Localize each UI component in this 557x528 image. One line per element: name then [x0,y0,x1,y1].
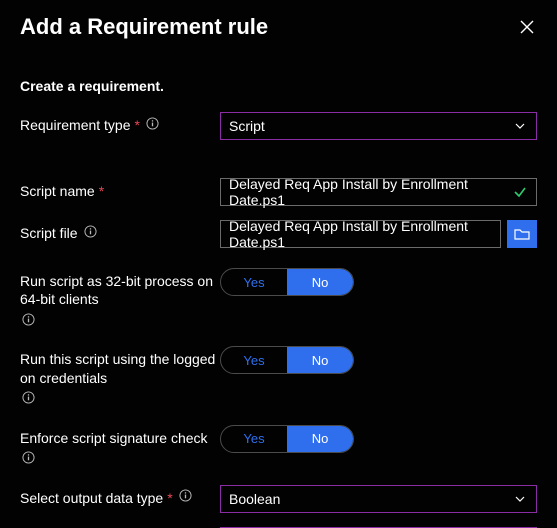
select-value: Script [229,118,265,134]
browse-button[interactable] [507,220,537,248]
header: Add a Requirement rule [20,14,537,40]
enforce-signature-toggle[interactable]: Yes No [220,425,354,453]
output-data-type-select[interactable]: Boolean [220,485,537,513]
close-button[interactable] [517,17,537,37]
toggle-yes[interactable]: Yes [221,426,287,452]
row-script-name: Script name * Delayed Req App Install by… [20,178,537,206]
required-mark: * [167,489,172,507]
input-value: Delayed Req App Install by Enrollment Da… [229,176,507,208]
info-icon[interactable] [179,489,193,503]
row-output-data-type: Select output data type * Boolean [20,485,537,513]
chevron-down-icon [514,492,528,506]
required-mark: * [99,182,104,200]
run-logged-on-toggle[interactable]: Yes No [220,346,354,374]
row-requirement-type: Requirement type * Script [20,112,537,140]
script-name-input[interactable]: Delayed Req App Install by Enrollment Da… [220,178,537,206]
label-text: Select output data type [20,489,163,507]
label-text: Script name [20,182,95,200]
info-icon[interactable] [22,451,36,465]
select-value: Boolean [229,491,280,507]
label-run-32bit: Run script as 32-bit process on 64-bit c… [20,268,220,326]
label-requirement-type: Requirement type * [20,112,220,134]
row-run-logged-on: Run this script using the logged on cred… [20,346,537,404]
label-text: Enforce script signature check [20,429,208,447]
toggle-no[interactable]: No [287,347,353,373]
info-icon[interactable] [22,391,36,405]
checkmark-icon [513,184,528,200]
label-script-name: Script name * [20,178,220,200]
toggle-yes[interactable]: Yes [221,347,287,373]
page-title: Add a Requirement rule [20,14,268,40]
label-run-logged-on: Run this script using the logged on cred… [20,346,220,404]
close-icon [520,20,534,34]
requirement-rule-pane: Add a Requirement rule Create a requirem… [0,0,557,528]
script-file-input[interactable]: Delayed Req App Install by Enrollment Da… [220,220,501,248]
label-text: Run script as 32-bit process on 64-bit c… [20,272,220,308]
label-text: Script file [20,224,78,242]
toggle-no[interactable]: No [287,269,353,295]
label-enforce-signature: Enforce script signature check [20,425,220,465]
requirement-type-select[interactable]: Script [220,112,537,140]
input-value: Delayed Req App Install by Enrollment Da… [229,218,492,250]
label-script-file: Script file [20,220,220,242]
label-output-data-type: Select output data type * [20,485,220,507]
chevron-down-icon [514,119,528,133]
toggle-no[interactable]: No [287,426,353,452]
info-icon[interactable] [146,116,160,130]
toggle-yes[interactable]: Yes [221,269,287,295]
info-icon[interactable] [84,224,98,238]
info-icon[interactable] [22,312,36,326]
row-enforce-signature: Enforce script signature check Yes No [20,425,537,465]
required-mark: * [135,116,140,134]
label-text: Run this script using the logged on cred… [20,350,220,386]
row-run-32bit: Run script as 32-bit process on 64-bit c… [20,268,537,326]
folder-icon [514,227,530,241]
row-script-file: Script file Delayed Req App Install by E… [20,220,537,248]
label-text: Requirement type [20,116,131,134]
run-32bit-toggle[interactable]: Yes No [220,268,354,296]
section-subhead: Create a requirement. [20,78,537,94]
